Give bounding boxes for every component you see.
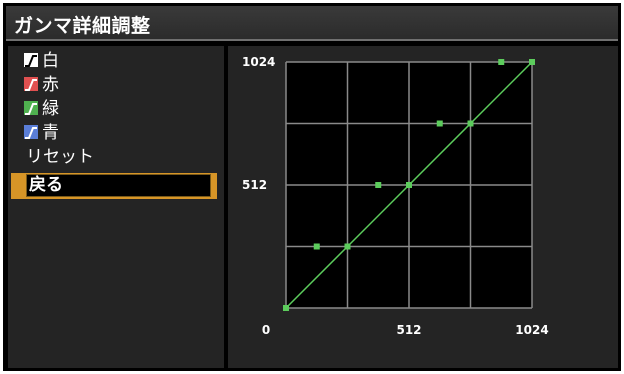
menu-item-reset[interactable]: リセット	[12, 146, 212, 169]
menu-item-label: 戻る	[26, 174, 211, 197]
gamma-graph-panel: 0 512 1024 512 1024	[228, 46, 618, 368]
gamma-curve-white-icon	[24, 53, 38, 67]
gamma-curve-green-icon	[24, 101, 38, 115]
control-point	[498, 59, 505, 65]
menu-item-red[interactable]: 赤	[12, 74, 212, 97]
menu-item-label: リセット	[26, 147, 94, 167]
control-point	[436, 120, 443, 127]
gamma-chart: 0 512 1024 512 1024	[242, 55, 549, 337]
menu-panel: 白 赤 緑 青 リセット 戻る	[8, 46, 224, 368]
gamma-curve-red-icon	[24, 77, 38, 91]
y-tick-label: 1024	[242, 55, 275, 69]
y-tick-label: 512	[242, 178, 267, 192]
menu-item-label: 青	[42, 123, 59, 143]
curve-point	[406, 182, 412, 188]
control-point	[313, 243, 320, 250]
menu-item-label: 緑	[42, 99, 59, 119]
window-title: ガンマ詳細調整	[14, 15, 151, 37]
x-tick-label: 512	[396, 323, 421, 337]
curve-point	[467, 120, 474, 127]
control-point	[375, 182, 382, 188]
menu-item-green[interactable]: 緑	[12, 98, 212, 121]
menu-item-label: 赤	[42, 75, 59, 95]
menu-item-blue[interactable]: 青	[12, 122, 212, 145]
menu-item-white[interactable]: 白	[12, 50, 212, 73]
menu-item-label: 白	[42, 51, 59, 71]
curve-point	[283, 305, 289, 311]
gamma-curve-blue-icon	[24, 125, 38, 139]
curve-point	[344, 243, 351, 250]
x-tick-label: 0	[262, 323, 270, 337]
x-tick-label: 1024	[515, 323, 548, 337]
title-bar: ガンマ詳細調整	[6, 6, 618, 41]
menu-item-back[interactable]: 戻る	[11, 173, 217, 199]
curve-point	[529, 59, 535, 65]
